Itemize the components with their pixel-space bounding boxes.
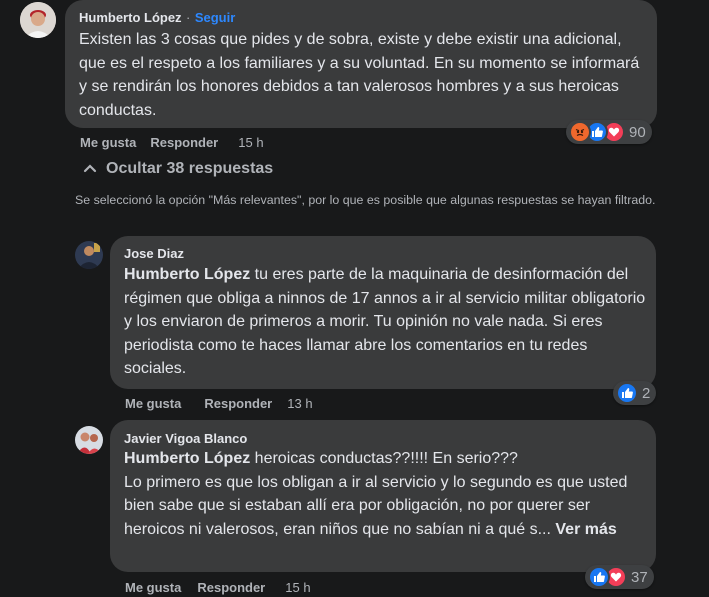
reply-time[interactable]: 13 h	[287, 396, 312, 411]
reply-text: Humberto López heroicas conductas??!!!! …	[124, 447, 648, 541]
avatar-jose-diaz[interactable]	[75, 241, 103, 269]
follow-button[interactable]: Seguir	[195, 10, 235, 25]
like-icon	[588, 566, 610, 588]
reply-author[interactable]: Jose Diaz	[124, 246, 184, 261]
hide-replies-label: Ocultar 38 respuestas	[106, 160, 274, 177]
reaction-count: 37	[631, 568, 648, 586]
reply-text: Humberto López tu eres parte de la maqui…	[124, 263, 648, 381]
reply-bubble-1: Jose Diaz Humberto López tu eres parte d…	[110, 236, 656, 389]
reply-author[interactable]: Javier Vigoa Blanco	[124, 431, 247, 446]
comment-time[interactable]: 15 h	[238, 135, 263, 150]
angry-icon	[569, 121, 591, 143]
reply-body-continued: Lo primero es que los obligan a ir al se…	[124, 473, 628, 538]
chevron-up-icon	[83, 160, 103, 178]
reply-button[interactable]: Responder	[197, 580, 265, 595]
mention-link[interactable]: Humberto López	[124, 450, 250, 467]
reaction-count: 90	[629, 123, 646, 141]
reply-bubble-2: Javier Vigoa Blanco Humberto López heroi…	[110, 420, 656, 572]
like-button[interactable]: Me gusta	[125, 396, 181, 411]
mention-link[interactable]: Humberto López	[124, 266, 250, 283]
filter-notice: Se seleccionó la opción "Más relevantes"…	[75, 193, 656, 207]
avatar-javier-vigoa[interactable]	[75, 426, 103, 454]
reply-button[interactable]: Responder	[150, 135, 218, 150]
avatar-image	[20, 2, 56, 38]
reply-button[interactable]: Responder	[204, 396, 272, 411]
avatar-image	[75, 241, 103, 269]
avatar-humberto[interactable]	[20, 2, 56, 38]
reaction-count: 2	[642, 384, 651, 402]
reply-1-actions: Me gusta Responder 13 h	[125, 396, 313, 411]
hide-replies-button[interactable]: Ocultar 38 respuestas	[83, 160, 273, 178]
see-more-link[interactable]: Ver más	[555, 521, 616, 538]
like-button[interactable]: Me gusta	[80, 135, 136, 150]
like-button[interactable]: Me gusta	[125, 580, 181, 595]
comment-actions: Me gusta Responder 15 h	[80, 135, 264, 150]
separator-dot: ·	[186, 10, 191, 25]
reply-time[interactable]: 15 h	[285, 580, 310, 595]
comment-reactions[interactable]: 90	[566, 120, 652, 144]
reply-2-actions: Me gusta Responder 15 h	[125, 580, 311, 595]
avatar-image	[75, 426, 103, 454]
like-icon	[616, 382, 638, 404]
comment-text: Existen las 3 cosas que pides y de sobra…	[79, 31, 640, 119]
comment-bubble: Humberto López · Seguir Existen las 3 co…	[65, 0, 657, 128]
comment-author[interactable]: Humberto López	[79, 10, 182, 25]
reply-body: heroicas conductas??!!!! En serio???	[250, 450, 518, 467]
reply-1-reactions[interactable]: 2	[613, 381, 657, 405]
reply-2-reactions[interactable]: 37	[585, 565, 654, 589]
